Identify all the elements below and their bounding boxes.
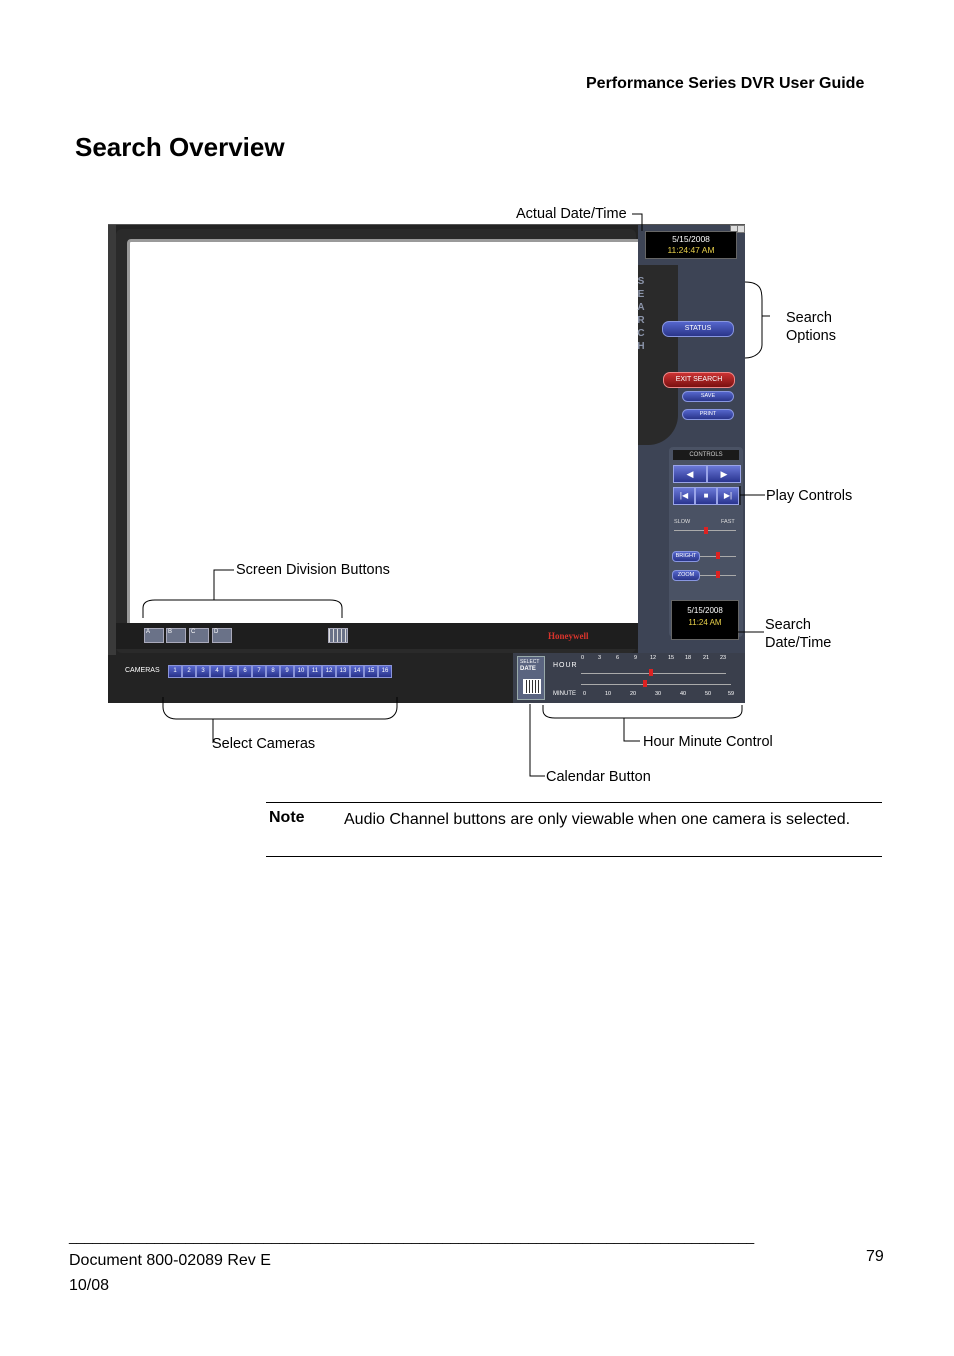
callout-screen-division-buttons: Screen Division Buttons: [236, 562, 390, 578]
callout-hour-minute-control: Hour Minute Control: [643, 734, 773, 750]
leader-actual-date-time: [632, 213, 643, 231]
callout-search-date-time: Search Date/Time: [765, 617, 832, 651]
callout-calendar-button: Calendar Button: [546, 769, 651, 785]
note-label: Note: [269, 809, 305, 826]
page-number: 79: [866, 1248, 884, 1265]
callout-search-options: Search Options: [786, 310, 836, 344]
bracket-search-options: [744, 281, 770, 359]
callout-actual-date-time: Actual Date/Time: [516, 206, 627, 222]
document-date: 10/08: [69, 1277, 110, 1294]
callout-select-cameras: Select Cameras: [212, 736, 316, 752]
leader-play-controls: [739, 486, 765, 505]
leader-calendar-button: [529, 704, 545, 777]
callout-leaders: [142, 213, 770, 777]
callout-play-controls: Play Controls: [766, 488, 853, 504]
note-top-rule: [266, 802, 882, 803]
document-number: Document 800-02089 Rev E: [69, 1252, 271, 1269]
note-bottom-rule: [266, 856, 882, 857]
footer-document: Document 800-02089 Rev E 10/08: [69, 1248, 271, 1298]
footer-rule: ________________________________________…: [69, 1228, 755, 1244]
note-text: Audio Channel buttons are only viewable …: [344, 811, 851, 828]
